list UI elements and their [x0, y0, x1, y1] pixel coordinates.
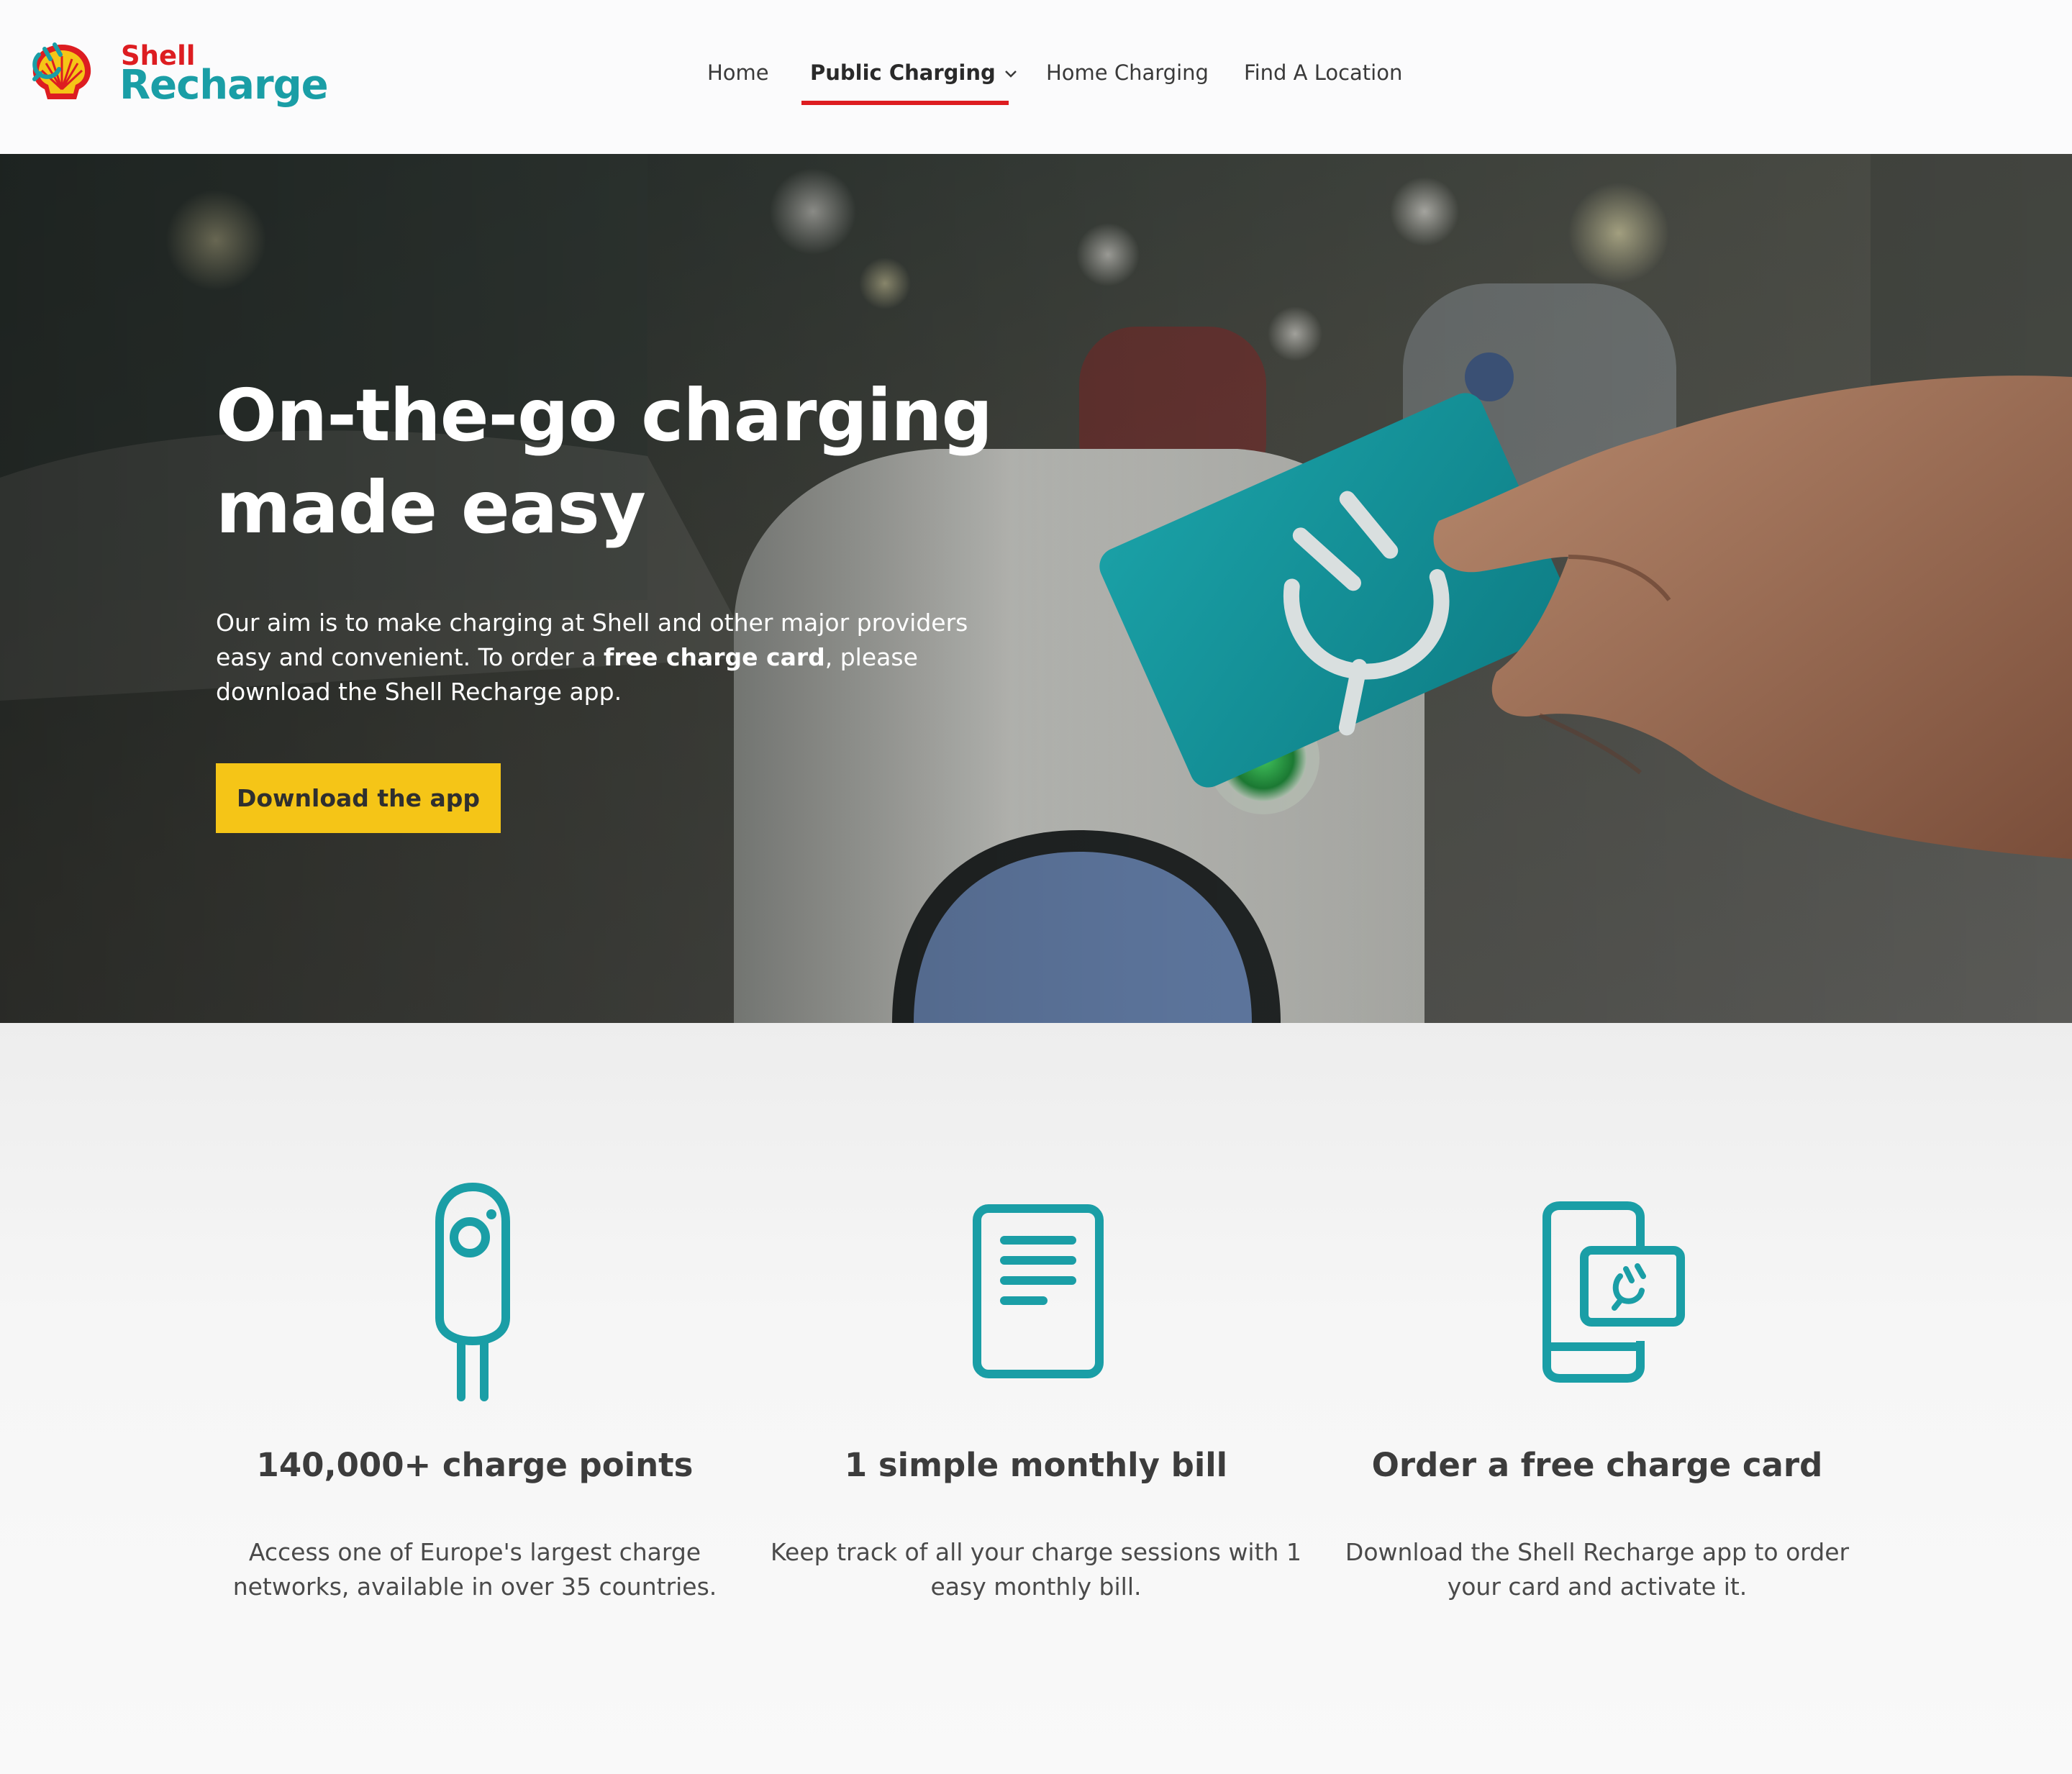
feature-text: Download the Shell Recharge app to order…	[1317, 1535, 1878, 1604]
feature-icon-wrapper	[194, 1181, 755, 1404]
hero-title-line1: On-the-go charging	[216, 373, 993, 458]
feature-text-line2: networks, available in over 35 countries…	[232, 1573, 717, 1601]
charge-point-icon	[435, 1182, 510, 1401]
nav-public-charging[interactable]: Public Charging	[810, 60, 1017, 85]
download-app-button[interactable]: Download the app	[216, 763, 501, 833]
features-section: 140,000+ charge points Access one of Eur…	[0, 1023, 2072, 1774]
nav-home[interactable]: Home	[707, 60, 769, 85]
nav-public-charging-label: Public Charging	[810, 60, 996, 85]
feature-text-line2: easy monthly bill.	[930, 1573, 1142, 1601]
feature-text-line2: your card and activate it.	[1447, 1573, 1748, 1601]
hero-text-bold: free charge card	[604, 643, 825, 671]
hero-section: On-the-go charging made easy Our aim is …	[0, 154, 2072, 1023]
site-header: Shell Recharge Home Public Charging Home…	[0, 0, 2072, 154]
main-nav: Home Public Charging Home Charging Find …	[0, 0, 2072, 154]
hero-title: On-the-go charging made easy	[216, 370, 1079, 554]
feature-text-line1: Keep track of all your charge sessions w…	[771, 1538, 1301, 1566]
nav-home-charging[interactable]: Home Charging	[1046, 60, 1209, 85]
hero-title-line2: made easy	[216, 465, 646, 550]
active-nav-underline	[801, 101, 1009, 105]
feature-icon-wrapper	[1317, 1181, 1878, 1404]
feature-text-line1: Download the Shell Recharge app to order	[1345, 1538, 1850, 1566]
bill-document-icon	[973, 1204, 1104, 1378]
chevron-down-icon	[1004, 70, 1017, 78]
nav-find-a-location[interactable]: Find A Location	[1244, 60, 1402, 85]
feature-title: Order a free charge card	[1371, 1446, 1823, 1484]
feature-title: 140,000+ charge points	[256, 1446, 694, 1484]
feature-text: Access one of Europe's largest charge ne…	[194, 1535, 755, 1604]
hero-photo	[0, 154, 2072, 1023]
hero-description: Our aim is to make charging at Shell and…	[216, 606, 993, 709]
feature-icon-wrapper	[755, 1181, 1317, 1404]
phone-card-icon	[1542, 1201, 1685, 1383]
feature-text-line1: Access one of Europe's largest charge	[248, 1538, 701, 1566]
feature-text: Keep track of all your charge sessions w…	[755, 1535, 1317, 1604]
feature-title: 1 simple monthly bill	[844, 1446, 1228, 1484]
